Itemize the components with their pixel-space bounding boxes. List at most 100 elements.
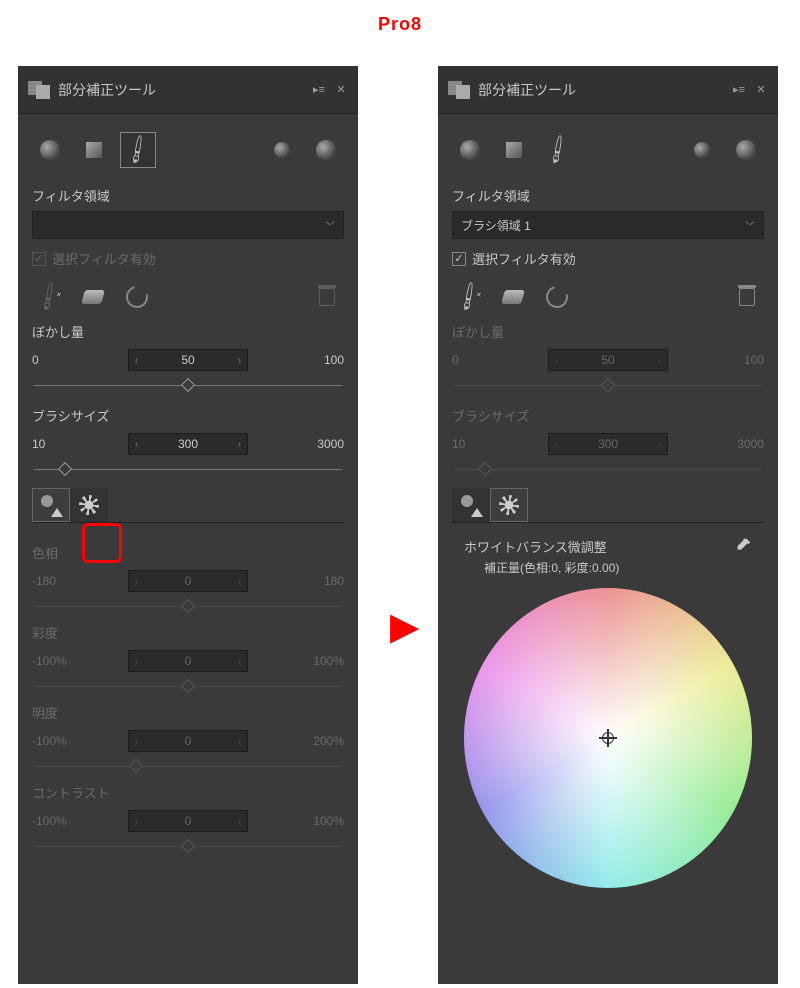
chevron-left-icon: ‹ xyxy=(135,439,138,449)
adjust-min: -100% xyxy=(32,814,92,828)
eyedropper-button[interactable] xyxy=(734,537,752,555)
chevron-down-icon: ﹀ xyxy=(325,218,335,233)
sun-icon xyxy=(79,495,99,515)
adjust-track[interactable] xyxy=(34,766,342,767)
color-adjust-tab[interactable] xyxy=(452,488,490,522)
brush-icon: 🖌 xyxy=(122,135,154,166)
shape-tool-row: 🖌 xyxy=(32,124,344,182)
page-title: Pro8 xyxy=(378,14,422,35)
brush-size-value: 300 xyxy=(598,437,618,451)
eraser-button[interactable] xyxy=(496,282,530,312)
refresh-button[interactable] xyxy=(120,282,154,312)
delete-button[interactable] xyxy=(730,282,764,312)
color-adjust-icon xyxy=(461,495,481,515)
blur-label: ぼかし量 xyxy=(32,318,344,347)
add-brush-button[interactable]: 🖌 xyxy=(32,282,66,312)
brush-size-min: 10 xyxy=(452,437,512,451)
blur-slider: ぼかし量 0 ‹50› 100 xyxy=(452,314,764,398)
blur-max: 100 xyxy=(284,353,344,367)
color-adjust-tab[interactable] xyxy=(32,488,70,522)
chevron-left-icon: ‹ xyxy=(135,355,138,365)
reset-settings-button[interactable] xyxy=(728,132,764,168)
adjust-saturation: 彩度 -100% ‹0› 100% xyxy=(32,619,344,699)
adjust-track[interactable] xyxy=(34,606,342,607)
delete-button[interactable] xyxy=(310,282,344,312)
crosshair-icon[interactable] xyxy=(599,729,617,747)
sphere-icon xyxy=(40,140,60,160)
chevron-right-icon: › xyxy=(238,439,241,449)
adjust-spinner[interactable]: ‹0› xyxy=(128,810,248,832)
gradient-tool-button[interactable] xyxy=(496,132,532,168)
slider-thumb[interactable] xyxy=(181,599,195,613)
sphere-icon xyxy=(460,140,480,160)
adjust-tab-row xyxy=(32,488,344,523)
adjust-track[interactable] xyxy=(34,686,342,687)
adjust-spinner[interactable]: ‹0› xyxy=(128,570,248,592)
wb-adjust-tab[interactable] xyxy=(70,488,108,522)
copy-settings-button[interactable] xyxy=(684,132,720,168)
panel-title: 部分補正ツール xyxy=(58,80,304,100)
panel-close-icon[interactable]: ✕ xyxy=(334,83,348,97)
enable-filter-row: 選択フィルタ有効 xyxy=(452,239,764,276)
enable-filter-checkbox[interactable] xyxy=(32,252,46,266)
panel-header: 部分補正ツール ▸≡ ✕ xyxy=(18,66,358,114)
blur-track[interactable] xyxy=(34,385,342,386)
slider-thumb[interactable] xyxy=(181,839,195,853)
blur-spinner[interactable]: ‹50› xyxy=(548,349,668,371)
adjust-spinner[interactable]: ‹0› xyxy=(128,730,248,752)
square-icon xyxy=(506,142,522,158)
panel-menu-icon[interactable]: ▸≡ xyxy=(732,83,746,97)
brush-size-spinner[interactable]: ‹ 300 › xyxy=(128,433,248,455)
enable-filter-checkbox[interactable] xyxy=(452,252,466,266)
gradient-tool-button[interactable] xyxy=(76,132,112,168)
circle-tool-button[interactable] xyxy=(452,132,488,168)
panel-close-icon[interactable]: ✕ xyxy=(754,83,768,97)
adjust-label: 彩度 xyxy=(32,623,344,648)
panel-title: 部分補正ツール xyxy=(478,80,724,100)
slider-thumb[interactable] xyxy=(478,462,492,476)
adjust-max: 100% xyxy=(284,814,344,828)
blur-max: 100 xyxy=(704,353,764,367)
circle-tool-button[interactable] xyxy=(32,132,68,168)
sun-icon xyxy=(499,495,519,515)
arrow-right-icon: ▶ xyxy=(390,604,419,649)
brush-size-min: 10 xyxy=(32,437,92,451)
wb-adjust-tab[interactable] xyxy=(490,488,528,522)
slider-thumb[interactable] xyxy=(601,378,615,392)
adjust-track[interactable] xyxy=(34,846,342,847)
refresh-button[interactable] xyxy=(540,282,574,312)
blur-spinner[interactable]: ‹ 50 › xyxy=(128,349,248,371)
add-brush-button[interactable]: 🖌 xyxy=(452,282,486,312)
copy-settings-button[interactable] xyxy=(264,132,300,168)
slider-thumb[interactable] xyxy=(181,679,195,693)
panel-logo-icon xyxy=(28,81,50,99)
brush-tool-button[interactable]: 🖌 xyxy=(120,132,156,168)
filter-area-select[interactable]: ﹀ xyxy=(32,211,344,239)
reset-icon xyxy=(736,140,756,160)
brush-size-track[interactable] xyxy=(454,469,762,470)
slider-thumb[interactable] xyxy=(129,759,143,773)
copy-icon xyxy=(694,142,710,158)
slider-thumb[interactable] xyxy=(181,378,195,392)
reset-settings-button[interactable] xyxy=(308,132,344,168)
white-balance-section: ホワイトバランス微調整 補正量(色相:0, 彩度:0.00) xyxy=(452,523,764,892)
enable-filter-label: 選択フィルタ有効 xyxy=(52,249,156,268)
brush-size-slider: ブラシサイズ 10 ‹ 300 › 3000 xyxy=(32,398,344,482)
brush-size-track[interactable] xyxy=(34,469,342,470)
eraser-button[interactable] xyxy=(76,282,110,312)
brush-size-spinner[interactable]: ‹300› xyxy=(548,433,668,455)
panel-menu-icon[interactable]: ▸≡ xyxy=(312,83,326,97)
chevron-down-icon: ﹀ xyxy=(745,218,755,233)
adjust-tab-row xyxy=(452,488,764,523)
brush-tool-button[interactable]: 🖌 xyxy=(540,132,576,168)
blur-track[interactable] xyxy=(454,385,762,386)
filter-area-value: ブラシ領域 1 xyxy=(461,217,531,234)
adjust-contrast: コントラスト -100% ‹0› 100% xyxy=(32,779,344,859)
adjust-spinner[interactable]: ‹0› xyxy=(128,650,248,672)
color-adjust-icon xyxy=(41,495,61,515)
blur-value: 50 xyxy=(181,353,194,367)
color-wheel[interactable] xyxy=(464,588,752,888)
reset-icon xyxy=(316,140,336,160)
filter-area-select[interactable]: ブラシ領域 1 ﹀ xyxy=(452,211,764,239)
slider-thumb[interactable] xyxy=(58,462,72,476)
